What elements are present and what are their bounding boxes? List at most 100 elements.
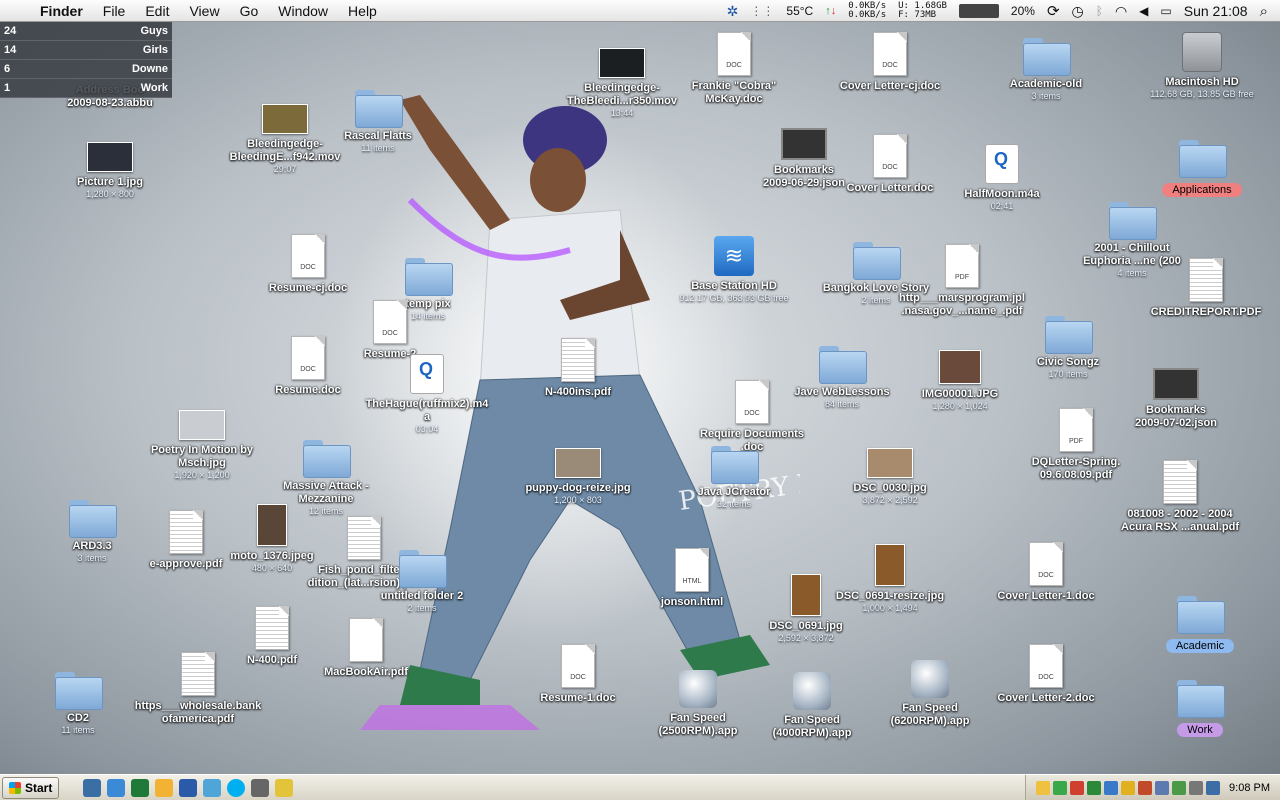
desktop-icon-creditreport[interactable]: CREDITREPORT.PDF bbox=[1136, 258, 1276, 319]
desktop-icon-dsc0691[interactable]: DSC_0691.jpg 2,592 × 3,872 bbox=[736, 574, 876, 644]
desktop-icon-halfmoon[interactable]: HalfMoon.m4a 02:41 bbox=[932, 144, 1072, 212]
icon-label: Cover Letter-2.doc bbox=[997, 692, 1095, 704]
icon-label: CREDITREPORT.PDF bbox=[1150, 306, 1262, 318]
icon-label: Cover Letter-cj.doc bbox=[839, 80, 941, 92]
pdf-document-icon: PDF bbox=[1059, 408, 1093, 452]
desktop-icon-puppy[interactable]: puppy-dog-reize.jpg 1,200 × 803 bbox=[508, 448, 648, 506]
memory-readout[interactable]: U: 1.68GB F: 73MB bbox=[898, 2, 947, 20]
desktop-icon-cd2[interactable]: CD2 11 items bbox=[8, 672, 148, 736]
time-machine-icon[interactable]: ◷ bbox=[1072, 3, 1084, 20]
desktop-icon-thehague[interactable]: TheHague(ruffmix2).m4 a 03:04 bbox=[357, 354, 497, 435]
icon-info: 02:41 bbox=[990, 201, 1014, 211]
icon-info: 1,920 × 1,200 bbox=[174, 470, 230, 480]
label-tag-applications: Applications bbox=[1162, 183, 1242, 197]
desktop-icon-n400ins[interactable]: N-400ins.pdf bbox=[508, 338, 648, 399]
start-button[interactable]: Start bbox=[2, 776, 60, 799]
messenger-icon[interactable] bbox=[155, 778, 174, 797]
desktop-icon-marsprogram[interactable]: PDF http___marsprogram.jpl .nasa.gov_...… bbox=[892, 244, 1032, 318]
photo-icon[interactable] bbox=[275, 778, 294, 797]
icon-label: Academic-old bbox=[1009, 78, 1083, 90]
istat-icon[interactable]: ✲ bbox=[727, 3, 739, 20]
desktop-icon-macintosh-hd[interactable]: Macintosh HD 112.68 GB, 13.85 GB free bbox=[1132, 32, 1272, 100]
icon-label: DSC_0030.jpg bbox=[853, 482, 927, 494]
tray-antivirus-icon[interactable] bbox=[1121, 780, 1136, 795]
stack-count: 14 bbox=[4, 44, 17, 56]
desktop-icon-work[interactable]: Work bbox=[1130, 680, 1270, 738]
desktop-icon-bookmarks0702[interactable]: Bookmarks 2009-07-02.json bbox=[1106, 368, 1246, 430]
menu-file[interactable]: File bbox=[103, 3, 126, 19]
tray-check-icon[interactable] bbox=[1053, 780, 1068, 795]
desktop-icon-resume1[interactable]: DOC Resume-1.doc bbox=[508, 644, 648, 705]
tray-network-icon[interactable] bbox=[1155, 780, 1170, 795]
desktop-icon-dsc0030[interactable]: DSC_0030.jpg 3,872 × 2,592 bbox=[820, 448, 960, 506]
doc-document-icon: DOC bbox=[1029, 542, 1063, 586]
grid-icon[interactable]: ⋮⋮ bbox=[750, 4, 774, 18]
sync-icon[interactable]: ⟳ bbox=[1047, 2, 1060, 20]
spotlight-search-icon[interactable]: ⌕ bbox=[1260, 3, 1268, 20]
battery-percent[interactable]: 20% bbox=[1011, 4, 1035, 18]
app-menu-finder[interactable]: Finder bbox=[40, 3, 83, 19]
show-desktop-icon[interactable] bbox=[83, 778, 102, 797]
video-thumbnail-icon bbox=[599, 48, 645, 78]
stack-row-downe[interactable]: 6 Downe bbox=[0, 60, 172, 79]
stack-row-guys[interactable]: 24 Guys bbox=[0, 22, 172, 41]
tray-java-icon[interactable] bbox=[1138, 780, 1153, 795]
skype-icon[interactable] bbox=[227, 778, 246, 797]
desktop-icon-academic[interactable]: Academic bbox=[1130, 596, 1270, 654]
stack-row-work[interactable]: 1 Work bbox=[0, 79, 172, 98]
internet-explorer-icon[interactable] bbox=[107, 778, 126, 797]
menu-bar: Finder File Edit View Go Window Help ✲ ⋮… bbox=[0, 0, 1280, 22]
label-tag-work: Work bbox=[1177, 723, 1223, 737]
icon-label: 081008 - 2002 - 2004 Acura RSX ...anual.… bbox=[1121, 508, 1239, 533]
cat-icon[interactable] bbox=[251, 778, 270, 797]
desktop-icon-resume-cj[interactable]: DOC Resume-cj.doc bbox=[238, 234, 378, 295]
volume-icon[interactable]: ◀ bbox=[1139, 4, 1148, 18]
desktop-icon-cover-cj[interactable]: DOC Cover Letter-cj.doc bbox=[820, 32, 960, 93]
desktop-icon-base-station[interactable]: ≋ Base Station HD 912.17 GB, 363.93 GB f… bbox=[664, 236, 804, 304]
icon-label: MacBookAir.pdf bbox=[324, 666, 408, 678]
taskbar-clock[interactable]: 9:08 PM bbox=[1229, 782, 1270, 794]
quicktime-audio-icon bbox=[985, 144, 1019, 184]
excel-icon[interactable] bbox=[131, 778, 150, 797]
menu-view[interactable]: View bbox=[189, 3, 219, 19]
desktop-icon-acura[interactable]: 081008 - 2002 - 2004 Acura RSX ...anual.… bbox=[1110, 460, 1250, 534]
menu-clock[interactable]: Sun 21:08 bbox=[1184, 3, 1248, 19]
icon-info: 32 items bbox=[716, 499, 751, 509]
menu-window[interactable]: Window bbox=[278, 3, 328, 19]
icon-label: puppy-dog-reize.jpg bbox=[525, 482, 631, 494]
network-icon[interactable] bbox=[203, 778, 222, 797]
desktop-icon-rascal[interactable]: Rascal Flatts 11 items bbox=[308, 90, 448, 154]
word-icon[interactable] bbox=[179, 778, 198, 797]
desktop-icon-frankie[interactable]: DOC Frankie "Cobra" McKay.doc bbox=[664, 32, 804, 106]
folder-alias-icon bbox=[1177, 596, 1225, 634]
tray-globe-icon[interactable] bbox=[1104, 780, 1119, 795]
desktop-icon-picture1[interactable]: Picture 1.jpg 1,280 × 800 bbox=[40, 142, 180, 200]
battery-icon[interactable]: ▭ bbox=[1160, 4, 1171, 18]
desktop-icon-poetry[interactable]: Poetry In Motion by Msch.jpg 1,920 × 1,2… bbox=[132, 410, 272, 481]
desktop-icon-untitled[interactable]: untitled folder 2 2 items bbox=[352, 550, 492, 614]
desktop-icon-academic-old[interactable]: Academic-old 3 items bbox=[976, 38, 1116, 102]
tray-usb-icon[interactable] bbox=[1172, 780, 1187, 795]
desktop-icon-macbookair[interactable]: MacBookAir.pdf bbox=[296, 618, 436, 679]
cpu-graph-icon[interactable] bbox=[958, 4, 999, 18]
menu-edit[interactable]: Edit bbox=[145, 3, 169, 19]
desktop-icon-cover2[interactable]: DOC Cover Letter-2.doc bbox=[976, 644, 1116, 705]
bluetooth-icon[interactable]: ᛒ bbox=[1096, 4, 1103, 18]
desktop-icon-applications[interactable]: Applications bbox=[1132, 140, 1272, 198]
tray-update-icon[interactable] bbox=[1087, 780, 1102, 795]
menu-help[interactable]: Help bbox=[348, 3, 377, 19]
tray-connection-icon[interactable] bbox=[1206, 780, 1221, 795]
desktop-icon-jcreator[interactable]: Java JCreator 32 items bbox=[664, 446, 804, 510]
doc-document-icon: DOC bbox=[873, 32, 907, 76]
desktop-icon-cover1[interactable]: DOC Cover Letter-1.doc bbox=[976, 542, 1116, 603]
stack-row-girls[interactable]: 14 Girls bbox=[0, 41, 172, 60]
tray-shield-icon[interactable] bbox=[1070, 780, 1085, 795]
tray-volume-icon[interactable] bbox=[1189, 780, 1204, 795]
icon-info: 3 items bbox=[1031, 91, 1061, 101]
wifi-icon[interactable]: ◠ bbox=[1115, 3, 1127, 20]
doc-document-icon: DOC bbox=[291, 234, 325, 278]
temperature-readout[interactable]: 55°C bbox=[786, 4, 813, 18]
tray-messenger-icon[interactable] bbox=[1036, 780, 1051, 795]
network-readout[interactable]: 0.0KB/s 0.0KB/s bbox=[848, 2, 886, 20]
menu-go[interactable]: Go bbox=[240, 3, 259, 19]
